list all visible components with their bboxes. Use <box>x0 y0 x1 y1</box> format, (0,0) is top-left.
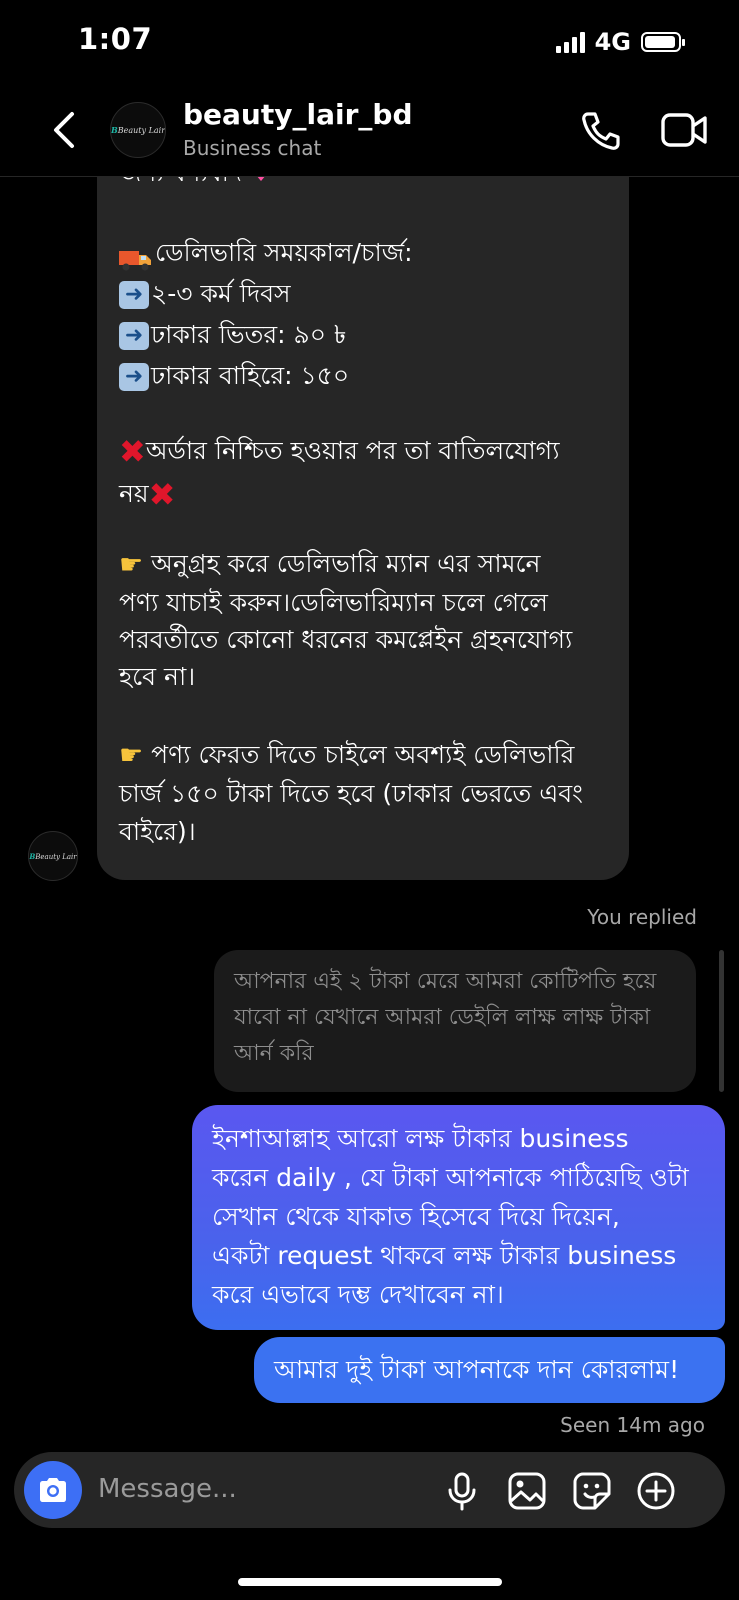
chat-header: BBeauty Lair beauty_lair_bd Business cha… <box>0 88 739 177</box>
message-line: একটা request থাকবে লক্ষ টাকার business <box>212 1241 677 1270</box>
seen-status: Seen 14m ago <box>560 1413 705 1437</box>
logo: BBeauty Lair <box>110 125 166 135</box>
delivery-item: ➜ ঢাকার ভিতর: ৯০ ৳ <box>119 314 619 355</box>
return-notice: ☛ পণ্য ফেরত দিতে চাইলে অবশ্যই ডেলিভারি চ… <box>119 740 583 846</box>
outgoing-message-bubble[interactable]: আমার দুই টাকা আপনাকে দান কোরলাম! <box>254 1337 725 1403</box>
contact-subtitle: Business chat <box>183 136 322 160</box>
battery-icon <box>641 32 685 52</box>
cross-emoji-icon: ✖ <box>148 475 176 513</box>
sender-avatar[interactable]: BBeauty Lair <box>28 831 78 881</box>
pointing-hand-emoji-icon: ☛ <box>119 740 144 771</box>
outgoing-message-bubble[interactable]: ইনশাআল্লাহ আরো লক্ষ টাকার business করেন … <box>192 1105 725 1330</box>
pointing-hand-emoji-icon: ☛ <box>119 549 144 581</box>
right-arrow-emoji-icon: ➜ <box>119 363 149 391</box>
check-notice: ☛ অনুগ্রহ করে ডেলিভারি ম্যান এর সামনে পণ… <box>119 549 573 691</box>
delivery-item: ➜ ঢাকার বাহিরে: ১৫০ <box>119 355 619 396</box>
you-replied-label: You replied <box>587 905 697 929</box>
cross-emoji-icon: ✖ <box>119 432 146 471</box>
cancel-notice: ✖অর্ডার নিশ্চিত হওয়ার পর তা বাতিলযোগ্য … <box>119 432 560 514</box>
camera-icon[interactable] <box>24 1461 82 1519</box>
right-arrow-emoji-icon: ➜ <box>119 322 149 350</box>
message-line: ইনশাআল্লাহ আরো লক্ষ টাকার business <box>212 1124 629 1153</box>
message-input[interactable]: Message... <box>98 1474 237 1504</box>
quote-line: আপনার এই ২ টাকা মেরে আমরা কোটিপতি হয়ে <box>234 969 657 994</box>
delivery-item: ➜ ২-৩ কর্ম দিবস <box>119 273 619 314</box>
network-type: 4G <box>594 28 631 56</box>
truck-emoji-icon <box>119 242 153 271</box>
incoming-message-bubble[interactable]: জন্য ধন্যবাদ ♥ ডেলিভারি সময়কাল/চার্জ: ➜… <box>97 140 629 880</box>
phone-icon[interactable] <box>578 108 622 152</box>
message-line: সেখান থেকে যাকাত হিসেবে দিয়ে দিয়েন, <box>212 1202 620 1231</box>
message-composer: Message... <box>14 1452 725 1528</box>
scroll-indicator <box>719 950 724 1092</box>
delivery-title: ডেলিভারি সময়কাল/চার্জ: <box>119 232 619 273</box>
message-line: করেন daily , যে টাকা আপনাকে পাঠিয়েছি ওট… <box>212 1163 689 1192</box>
microphone-icon[interactable] <box>442 1471 482 1511</box>
contact-name[interactable]: beauty_lair_bd <box>183 98 412 131</box>
video-icon[interactable] <box>660 110 708 150</box>
gallery-icon[interactable] <box>507 1471 547 1511</box>
quote-line: যাবো না যেখানে আমরা ডেইলি লাক্ষ লাক্ষ টা… <box>234 1005 651 1030</box>
quoted-reply[interactable]: আপনার এই ২ টাকা মেরে আমরা কোটিপতি হয়ে য… <box>214 950 696 1092</box>
back-icon[interactable] <box>44 108 84 152</box>
right-arrow-emoji-icon: ➜ <box>119 281 149 309</box>
quote-line: আর্ন করি <box>234 1041 314 1066</box>
plus-icon[interactable] <box>636 1471 676 1511</box>
status-time: 1:07 <box>78 22 153 56</box>
logo: BBeauty Lair <box>29 851 77 861</box>
signal-icon <box>555 31 585 53</box>
home-indicator[interactable] <box>238 1578 502 1586</box>
profile-avatar[interactable]: BBeauty Lair <box>110 102 166 158</box>
status-indicators: 4G <box>555 28 685 56</box>
sticker-icon[interactable] <box>572 1471 612 1511</box>
message-line: করে এভাবে দম্ভ দেখাবেন না। <box>212 1280 504 1309</box>
